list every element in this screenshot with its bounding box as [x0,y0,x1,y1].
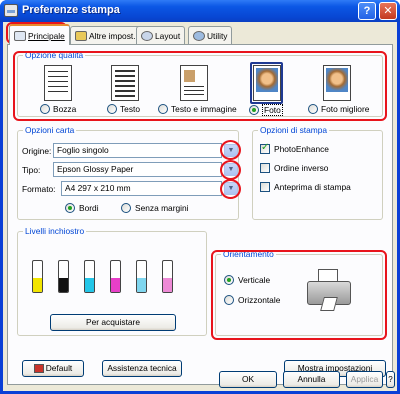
print-options-title: Opzioni di stampa [258,125,330,135]
radio-landscape[interactable] [224,295,234,305]
quality-option-photo[interactable]: Foto [249,104,283,116]
help-button[interactable]: ? [386,371,395,388]
ink-levels-title: Livelli inchiostro [23,226,87,236]
photo-icon[interactable] [253,65,281,101]
tab-panel: Opzione qualità Bozza Testo Testo e imma… [7,44,393,385]
tech-support-button[interactable]: Assistenza tecnica [102,360,182,377]
ink-cartridge [162,260,173,293]
tab-utility[interactable]: Utility [188,26,233,45]
quality-label: Foto [262,104,283,116]
chevron-down-icon[interactable]: ▼ [224,163,238,176]
ink-cartridge [110,260,121,293]
checkbox-print-preview[interactable] [260,182,270,192]
tab-layout[interactable]: Layout [136,26,186,45]
quality-option-draft[interactable]: Bozza [40,104,76,114]
utility-icon [193,31,205,41]
landscape-label: Orizzontale [238,295,281,305]
quality-option-best-photo[interactable]: Foto migliore [308,104,369,114]
size-select[interactable]: A4 297 x 210 mm [61,181,222,196]
photoenhance-option[interactable]: PhotoEnhance [260,142,329,154]
type-label: Tipo: [22,165,41,175]
reverse-order-option[interactable]: Ordine inverso [260,163,328,173]
ink-level-fill [85,278,94,292]
tab-label: Altre impost. [89,31,136,41]
size-label: Formato: [22,184,56,194]
source-select[interactable]: Foglio singolo [53,143,222,158]
cancel-button[interactable]: Annulla [283,371,340,388]
radio-photo[interactable] [249,105,259,115]
printer-orientation-illustration [304,269,356,315]
ink-cartridge [136,260,147,293]
portrait-option[interactable]: Verticale [224,275,270,285]
radio-borderless[interactable] [121,203,131,213]
ink-cartridge [58,260,69,293]
settings-icon [75,31,87,41]
ink-level-fill [111,278,120,292]
radio-portrait[interactable] [224,275,234,285]
borders-option[interactable]: Bordi [65,203,99,213]
radio-text-image[interactable] [158,104,168,114]
borderless-label: Senza margini [135,203,189,213]
dialog-client-area: Principale Altre impost. Layout Utility … [3,22,397,391]
landscape-option[interactable]: Orizzontale [224,295,280,305]
default-button[interactable]: Default [22,360,84,377]
quality-label: Foto migliore [321,104,370,114]
help-title-button[interactable]: ? [358,2,376,20]
ink-level-fill [163,278,172,292]
quality-label: Bozza [53,104,77,114]
checkbox-photoenhance[interactable] [260,142,270,154]
tab-label: Utility [207,31,228,41]
tab-label: Principale [28,30,65,41]
layout-icon [141,31,153,41]
close-button[interactable]: ✕ [379,2,397,20]
ink-cartridge [84,260,95,293]
borders-label: Bordi [79,203,99,213]
radio-text[interactable] [107,104,117,114]
ink-cartridge [32,260,43,293]
radio-best-photo[interactable] [308,104,318,114]
print-preview-option[interactable]: Anteprima di stampa [260,182,351,192]
quality-label: Testo [120,104,141,114]
printer-icon [4,4,18,17]
text-and-image-icon[interactable] [180,65,208,101]
printer-icon [14,30,26,41]
tab-principale[interactable]: Principale [9,24,70,45]
paper-options-title: Opzioni carta [23,125,77,135]
apply-button[interactable]: Applica [346,371,383,388]
quality-option-text-image[interactable]: Testo e immagine [158,104,237,114]
quality-label: Testo e immagine [171,104,237,114]
chevron-down-icon[interactable]: ▼ [224,144,238,157]
radio-borders[interactable] [65,203,75,213]
text-icon[interactable] [111,65,139,101]
tab-label: Layout [155,31,181,41]
quality-group-title: Opzione qualità [23,50,86,60]
source-label: Origine: [22,146,52,156]
ink-level-fill [137,278,146,292]
option-label: Anteprima di stampa [274,182,351,192]
print-preferences-window: Preferenze stampa ? ✕ Principale Altre i… [0,0,400,394]
option-label: PhotoEnhance [274,144,329,154]
tab-altre-impost[interactable]: Altre impost. [70,26,141,45]
draft-icon[interactable] [44,65,72,101]
default-label: Default [45,363,73,373]
type-select[interactable]: Epson Glossy Paper [53,162,222,177]
radio-draft[interactable] [40,104,50,114]
quality-option-text[interactable]: Testo [107,104,140,114]
checkbox-reverse-order[interactable] [260,163,270,173]
ink-level-fill [59,278,68,292]
option-label: Ordine inverso [274,163,329,173]
chevron-down-icon[interactable]: ▼ [224,182,238,195]
title-bar[interactable]: Preferenze stampa ? ✕ [0,0,400,22]
default-icon [33,364,44,374]
borderless-option[interactable]: Senza margini [121,203,189,213]
best-photo-icon[interactable] [323,65,351,101]
portrait-label: Verticale [238,275,271,285]
ink-level-fill [33,278,42,292]
orientation-title: Orientamento [221,249,276,259]
buy-ink-button[interactable]: Per acquistare [50,314,176,331]
window-title: Preferenze stampa [22,4,120,16]
ok-button[interactable]: OK [219,371,277,388]
